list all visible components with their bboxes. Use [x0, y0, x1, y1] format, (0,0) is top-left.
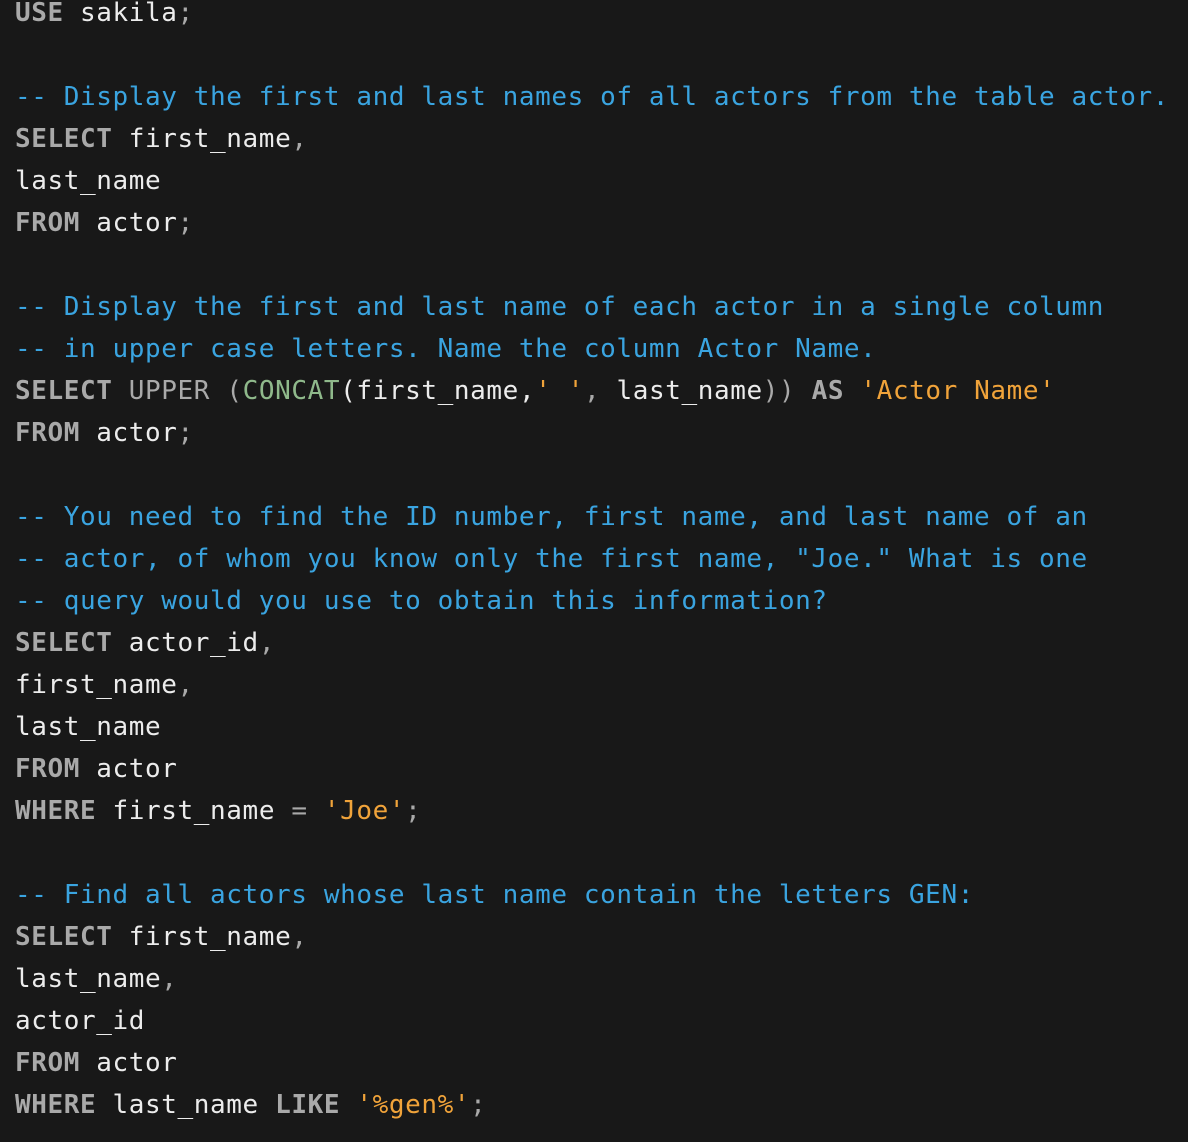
keyword-select: SELECT [15, 124, 113, 154]
keyword-where: WHERE [15, 1090, 97, 1120]
code-line-19[interactable]: FROM actor [15, 756, 1188, 798]
column-alias: 'Actor Name' [860, 376, 1056, 406]
database-name: sakila [63, 0, 178, 28]
column-name: actor_id [15, 1006, 146, 1036]
keyword-select: SELECT [15, 628, 113, 658]
column-name: first_name [15, 670, 178, 700]
comment: -- You need to find the ID number, first… [15, 502, 1088, 532]
code-line-3[interactable]: -- Display the first and last names of a… [15, 84, 1188, 126]
code-line-12[interactable] [15, 462, 1188, 504]
keyword-as: AS [811, 376, 845, 406]
sql-code-block[interactable]: USE sakila; -- Display the first and last… [15, 0, 1188, 1134]
code-line-25[interactable]: actor_id [15, 1008, 1188, 1050]
equals-operator: = [291, 796, 308, 826]
code-line-5[interactable]: last_name [15, 168, 1188, 210]
column-name: last_name [15, 712, 162, 742]
code-line-18[interactable]: last_name [15, 714, 1188, 756]
keyword-like: LIKE [275, 1090, 341, 1120]
code-line-4[interactable]: SELECT first_name, [15, 126, 1188, 168]
code-line-6[interactable]: FROM actor; [15, 210, 1188, 252]
open-paren: ( [226, 376, 243, 406]
close-paren: )) [762, 376, 796, 406]
semicolon: ; [177, 208, 194, 238]
open-paren: ( [340, 376, 357, 406]
comma: , [518, 376, 536, 406]
comma: , [161, 964, 178, 994]
keyword-from: FROM [15, 208, 81, 238]
comment: -- actor, of whom you know only the firs… [15, 544, 1088, 574]
keyword-from: FROM [15, 418, 81, 448]
comment: -- query would you use to obtain this in… [15, 586, 828, 616]
code-line-20[interactable]: WHERE first_name = 'Joe'; [15, 798, 1188, 840]
keyword-where: WHERE [15, 796, 97, 826]
code-editor[interactable]: USE sakila; -- Display the first and last… [0, 0, 1188, 1142]
column-name: last_name [15, 964, 162, 994]
string-literal: ' ' [535, 376, 584, 406]
table-name: actor [80, 754, 178, 784]
code-line-27[interactable]: WHERE last_name LIKE '%gen%'; [15, 1092, 1188, 1134]
function-upper: UPPER [128, 376, 211, 406]
keyword-from: FROM [15, 1048, 81, 1078]
semicolon: ; [470, 1090, 487, 1120]
code-line-17[interactable]: first_name, [15, 672, 1188, 714]
code-line-2[interactable] [15, 42, 1188, 84]
column-name: last_name [15, 166, 162, 196]
comment: -- Display the first and last name of ea… [15, 292, 1104, 322]
column-name: actor_id [112, 628, 259, 658]
table-name: actor [80, 208, 178, 238]
comma: , [258, 628, 276, 658]
code-line-7[interactable] [15, 252, 1188, 294]
comma: , [177, 670, 194, 700]
code-line-8[interactable]: -- Display the first and last name of ea… [15, 294, 1188, 336]
comment: -- Find all actors whose last name conta… [15, 880, 974, 910]
keyword-select: SELECT [15, 376, 113, 406]
comment: -- in upper case letters. Name the colum… [15, 334, 877, 364]
semicolon: ; [177, 0, 194, 28]
code-line-1[interactable]: USE sakila; [15, 0, 1188, 42]
comma: , [291, 922, 308, 952]
column-name: last_name [96, 1090, 276, 1120]
comma: , [583, 376, 601, 406]
column-name: first_name [112, 922, 292, 952]
table-name: actor [80, 1048, 178, 1078]
code-line-11[interactable]: FROM actor; [15, 420, 1188, 462]
keyword-from: FROM [15, 754, 81, 784]
comma: , [291, 124, 308, 154]
column-name: first_name [112, 124, 292, 154]
function-concat: CONCAT [242, 376, 341, 406]
column-name: last_name [600, 376, 763, 406]
column-name: first_name [356, 376, 519, 406]
keyword-use: USE [15, 0, 64, 28]
semicolon: ; [177, 418, 194, 448]
table-name: actor [80, 418, 178, 448]
string-literal: '%gen%' [356, 1090, 471, 1120]
code-line-22[interactable]: -- Find all actors whose last name conta… [15, 882, 1188, 924]
code-line-26[interactable]: FROM actor [15, 1050, 1188, 1092]
code-line-14[interactable]: -- actor, of whom you know only the firs… [15, 546, 1188, 588]
code-line-13[interactable]: -- You need to find the ID number, first… [15, 504, 1188, 546]
semicolon: ; [405, 796, 422, 826]
string-literal: 'Joe' [323, 796, 406, 826]
code-line-16[interactable]: SELECT actor_id, [15, 630, 1188, 672]
code-line-10[interactable]: SELECT UPPER (CONCAT(first_name,' ', las… [15, 378, 1188, 420]
code-line-24[interactable]: last_name, [15, 966, 1188, 1008]
code-line-23[interactable]: SELECT first_name, [15, 924, 1188, 966]
code-line-15[interactable]: -- query would you use to obtain this in… [15, 588, 1188, 630]
column-name: first_name [96, 796, 292, 826]
comment: -- Display the first and last names of a… [15, 82, 1169, 112]
code-line-9[interactable]: -- in upper case letters. Name the colum… [15, 336, 1188, 378]
keyword-select: SELECT [15, 922, 113, 952]
code-line-21[interactable] [15, 840, 1188, 882]
